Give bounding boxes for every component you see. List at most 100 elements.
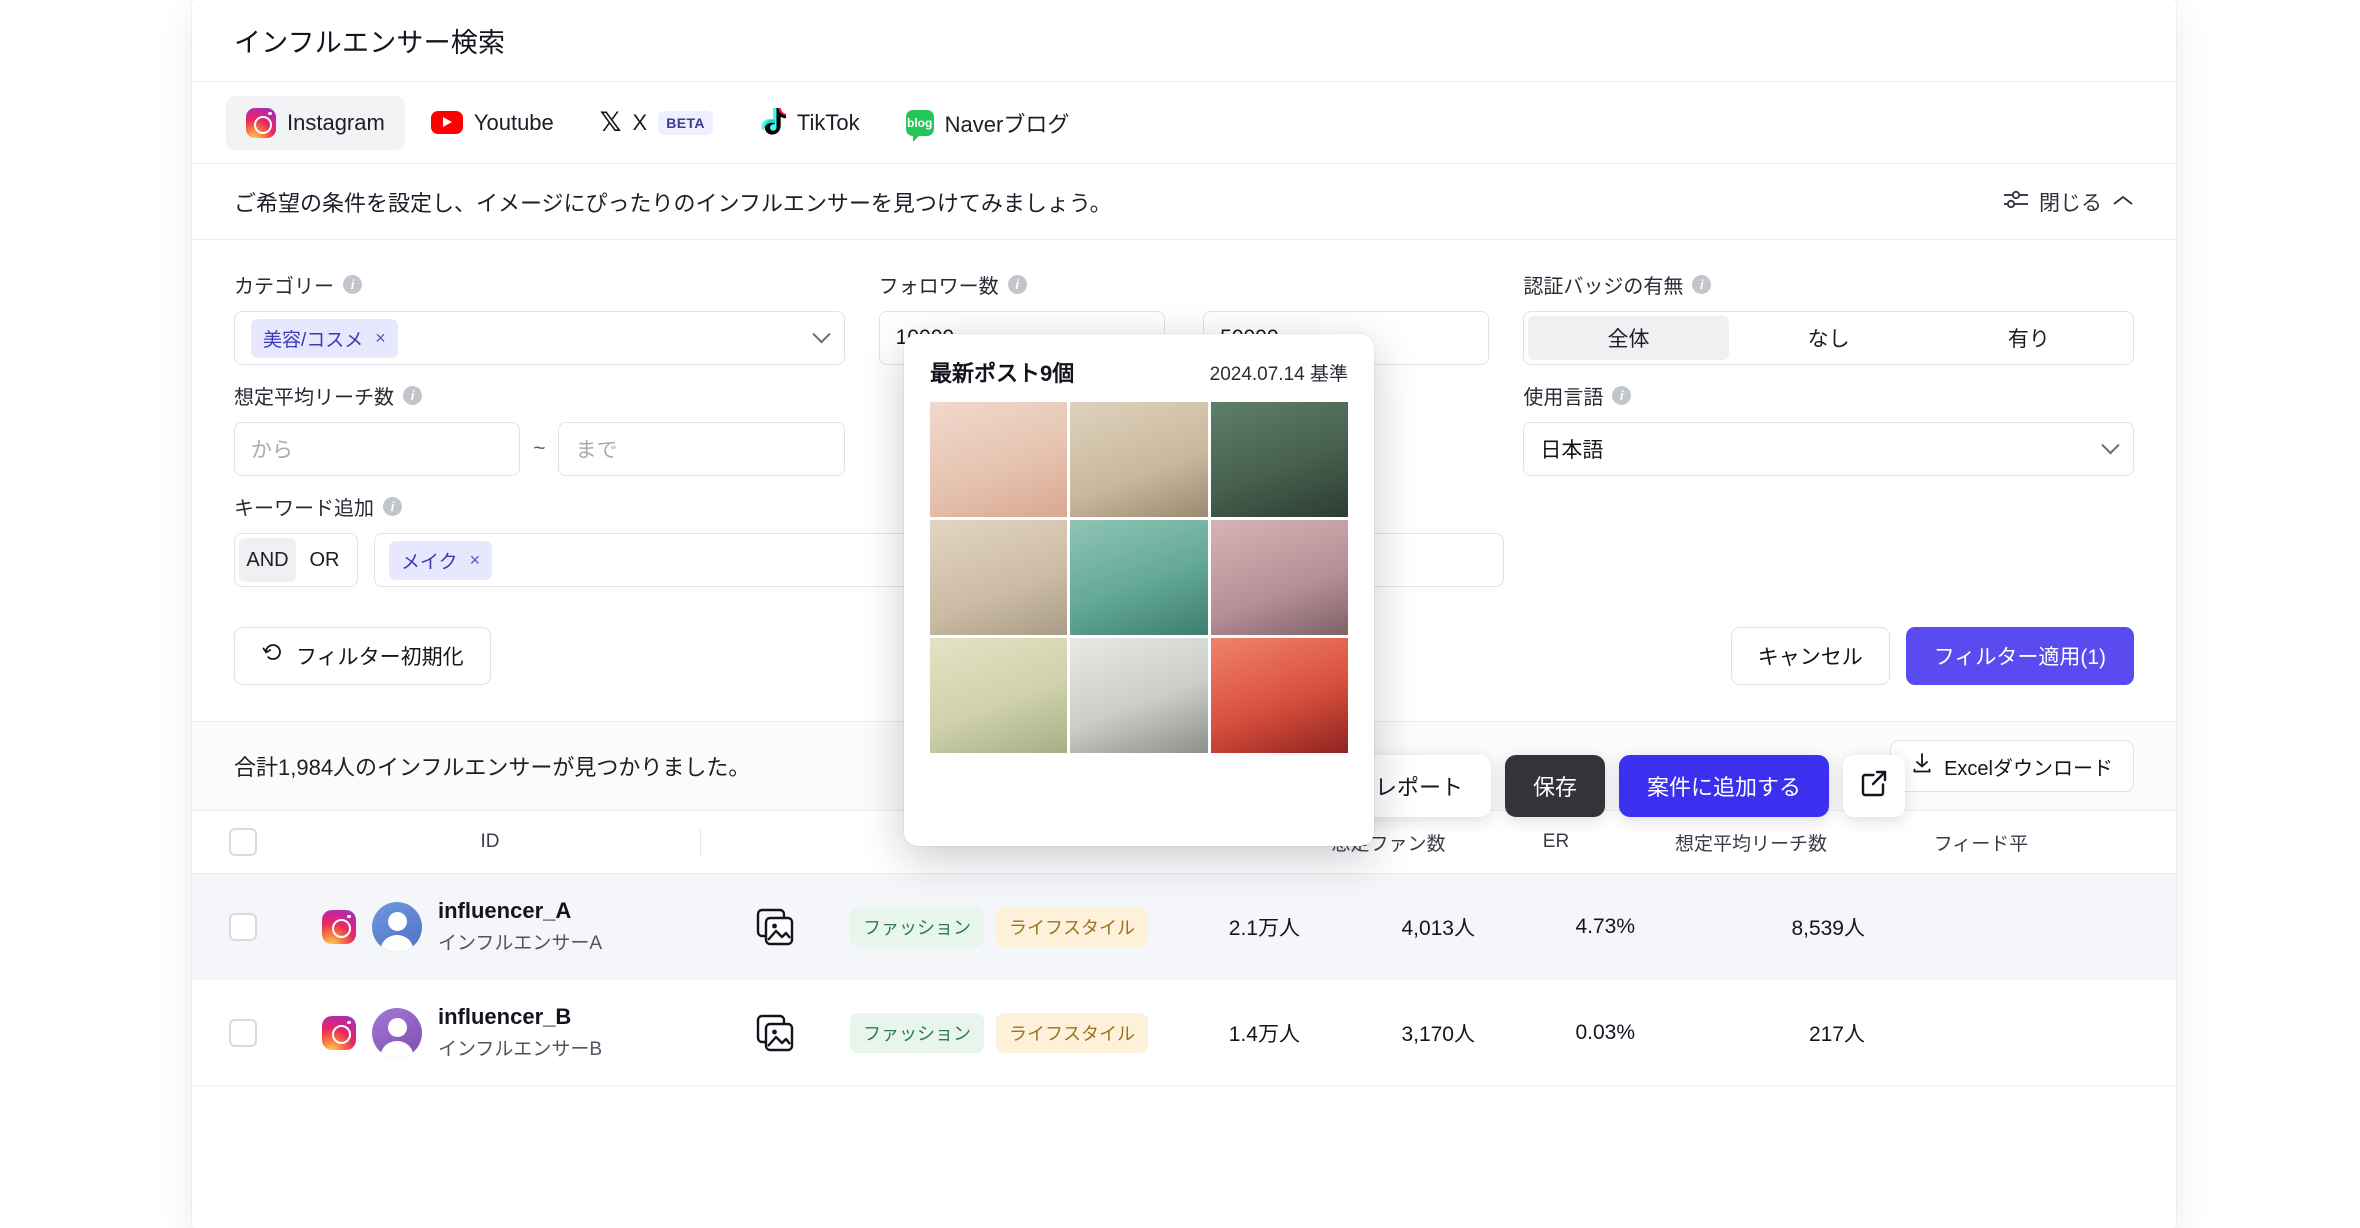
tab-youtube[interactable]: Youtube xyxy=(411,96,574,150)
platform-tabs: Instagram Youtube 𝕏 X BETA TikTok blog N… xyxy=(192,82,2176,164)
keyword-chip[interactable]: メイク × xyxy=(389,540,493,580)
keyword-operator-or[interactable]: OR xyxy=(296,538,353,582)
tag-fashion: ファッション xyxy=(850,1012,984,1053)
row-tags: ファッション ライフスタイル xyxy=(850,906,1150,947)
post-thumbnail[interactable] xyxy=(1210,638,1348,753)
reset-filter-label: フィルター初期化 xyxy=(296,646,464,669)
post-thumbnail[interactable] xyxy=(1210,402,1348,517)
row-username[interactable]: influencer_A xyxy=(438,898,602,924)
row-display-name: インフルエンサーB xyxy=(438,1039,603,1060)
info-icon[interactable]: i xyxy=(343,275,362,294)
post-thumbnail[interactable] xyxy=(930,402,1068,517)
tag-fashion: ファッション xyxy=(850,906,984,947)
info-icon[interactable]: i xyxy=(383,497,402,516)
avg-reach-min-input[interactable]: から xyxy=(234,422,521,476)
info-icon[interactable]: i xyxy=(403,386,422,405)
select-all-cell xyxy=(192,828,280,856)
collapse-filters-button[interactable]: 閉じる xyxy=(2003,187,2134,217)
keyword-chip-label: メイク xyxy=(401,551,458,573)
tab-naver-blog[interactable]: blog Naverブログ xyxy=(886,96,1090,150)
avatar xyxy=(372,901,422,952)
keyword-operator-and[interactable]: AND xyxy=(239,538,296,582)
apply-filter-button[interactable]: フィルター適用(1) xyxy=(1905,627,2134,685)
verified-label-wrap: 認証バッジの有無 i xyxy=(1523,270,2134,299)
row-checkbox[interactable] xyxy=(229,1018,257,1047)
row-media-cell[interactable] xyxy=(700,907,850,947)
row-checkbox[interactable] xyxy=(229,912,257,941)
row-er: 4.73% xyxy=(1575,914,1635,938)
external-link-icon xyxy=(1859,768,1889,804)
filter-avg-reach: 想定平均リーチ数 i から ~ まで xyxy=(234,381,845,476)
category-chip-label: 美容/コスメ xyxy=(263,329,364,351)
table-row[interactable]: influencer_B インフルエンサーB ファッション ライフスタイル 1.… xyxy=(192,980,2176,1086)
row-avg-reach: 217人 xyxy=(1808,1022,1865,1046)
filter-intro-row: ご希望の条件を設定し、イメージにぴったりのインフルエンサーを見つけてみましょう。… xyxy=(192,164,2176,240)
verified-option-yes[interactable]: 有り xyxy=(1929,316,2129,360)
x-twitter-icon: 𝕏 xyxy=(599,107,622,137)
column-feed[interactable]: フィード平 xyxy=(1866,829,2096,856)
tab-instagram[interactable]: Instagram xyxy=(226,95,405,150)
verified-option-all[interactable]: 全体 xyxy=(1528,316,1729,360)
close-icon[interactable]: × xyxy=(470,550,481,571)
close-icon[interactable]: × xyxy=(375,328,386,349)
row-identity: influencer_B インフルエンサーB xyxy=(280,1004,700,1061)
row-username[interactable]: influencer_B xyxy=(438,1004,602,1030)
column-avg-reach[interactable]: 想定平均リーチ数 xyxy=(1636,829,1866,856)
multi-image-icon[interactable] xyxy=(755,907,795,947)
verified-option-none[interactable]: なし xyxy=(1729,316,1929,360)
row-followers: 1.4万人 xyxy=(1228,1022,1300,1046)
column-divider xyxy=(700,828,701,856)
avg-reach-min-placeholder: から xyxy=(251,439,293,462)
filter-confirm-buttons: キャンセル フィルター適用(1) xyxy=(1730,627,2134,685)
popup-title: 最新ポスト9個 xyxy=(930,361,1075,386)
tab-x[interactable]: 𝕏 X BETA xyxy=(580,96,733,150)
row-avg-reach: 8,539人 xyxy=(1791,916,1865,940)
row-select-cell xyxy=(192,912,280,941)
row-action-buttons: レポート 保存 案件に追加する xyxy=(1347,755,1906,817)
external-link-button[interactable] xyxy=(1843,755,1906,817)
verified-segmented-control: 全体 なし 有り xyxy=(1523,311,2135,365)
chevron-down-icon xyxy=(2101,435,2120,454)
info-icon[interactable]: i xyxy=(1007,275,1027,294)
column-id[interactable]: ID xyxy=(280,831,700,853)
save-button[interactable]: 保存 xyxy=(1505,755,1606,817)
column-er[interactable]: ER xyxy=(1476,831,1636,853)
tag-lifestyle: ライフスタイル xyxy=(996,1012,1148,1053)
excel-download-button[interactable]: Excelダウンロード xyxy=(1890,740,2134,792)
language-select[interactable]: 日本語 xyxy=(1523,422,2135,476)
table-row[interactable]: influencer_A インフルエンサーA ファッション ライフスタイル 2.… xyxy=(192,874,2176,980)
info-icon[interactable]: i xyxy=(1612,386,1632,405)
multi-image-icon[interactable] xyxy=(755,1013,795,1053)
category-select[interactable]: 美容/コスメ × xyxy=(234,311,845,365)
avg-reach-max-input[interactable]: まで xyxy=(558,422,845,476)
category-chip[interactable]: 美容/コスメ × xyxy=(251,318,398,358)
post-thumbnail[interactable] xyxy=(1070,520,1208,635)
avatar xyxy=(372,1007,422,1058)
post-thumbnail[interactable] xyxy=(1070,402,1208,517)
info-icon[interactable]: i xyxy=(1692,275,1712,294)
reset-filter-button[interactable]: フィルター初期化 xyxy=(234,627,491,685)
download-icon xyxy=(1911,752,1933,780)
beta-badge: BETA xyxy=(658,110,713,135)
post-thumbnail[interactable] xyxy=(930,520,1068,635)
add-to-campaign-button[interactable]: 案件に追加する xyxy=(1619,755,1830,817)
language-value: 日本語 xyxy=(1540,439,1604,462)
range-separator: ~ xyxy=(533,437,546,460)
cancel-button[interactable]: キャンセル xyxy=(1730,627,1890,685)
row-media-cell[interactable] xyxy=(700,1013,850,1053)
post-thumbnail[interactable] xyxy=(1210,520,1348,635)
language-label: 使用言語 xyxy=(1523,387,1604,409)
tab-tiktok[interactable]: TikTok xyxy=(739,96,880,150)
post-thumbnail[interactable] xyxy=(1070,638,1208,753)
page-title: インフルエンサー検索 xyxy=(234,28,506,58)
chevron-down-icon xyxy=(811,324,831,343)
language-label-wrap: 使用言語 i xyxy=(1523,381,2134,410)
results-count: 合計1,984人のインフルエンサーが見つかりました。 xyxy=(234,755,751,780)
tab-tiktok-label: TikTok xyxy=(796,109,860,135)
post-thumbnail[interactable] xyxy=(930,638,1068,753)
app-root: インフルエンサー検索 Instagram Youtube 𝕏 X BETA Ti… xyxy=(0,0,2360,1228)
select-all-checkbox[interactable] xyxy=(229,828,257,856)
title-bar: インフルエンサー検索 xyxy=(192,0,2176,82)
tab-x-label: X xyxy=(632,109,648,135)
tab-youtube-label: Youtube xyxy=(473,109,554,135)
